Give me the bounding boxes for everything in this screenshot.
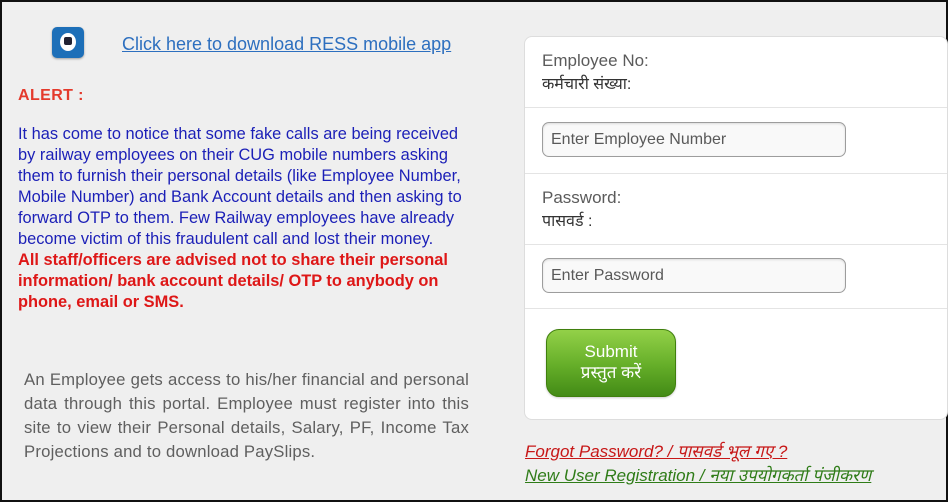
new-user-registration-link[interactable]: New User Registration / नया उपयोगकर्ता प… bbox=[525, 463, 871, 486]
divider bbox=[525, 107, 947, 108]
page-frame: Click here to download RESS mobile app A… bbox=[0, 0, 948, 502]
password-label-english: Password: bbox=[542, 188, 622, 207]
password-label: Password: पासवर्ड : bbox=[542, 186, 621, 233]
fraud-alert-message: It has come to notice that some fake cal… bbox=[18, 124, 473, 313]
portal-description: An Employee gets access to his/her finan… bbox=[24, 370, 469, 461]
password-label-hindi: पासवर्ड : bbox=[542, 213, 593, 230]
alert-title: ALERT : bbox=[18, 87, 84, 104]
submit-button[interactable]: Submit प्रस्तुत करें bbox=[546, 329, 676, 397]
submit-button-label-hindi: प्रस्तुत करें bbox=[580, 363, 642, 382]
alert-message-text: It has come to notice that some fake cal… bbox=[18, 125, 462, 248]
password-input[interactable] bbox=[542, 258, 846, 293]
forgot-password-link[interactable]: Forgot Password? / पासवर्ड भूल गए ? bbox=[525, 439, 787, 462]
railway-app-icon[interactable] bbox=[52, 27, 84, 58]
employee-number-label-hindi: कर्मचारी संख्या: bbox=[542, 76, 632, 93]
employee-number-label-english: Employee No: bbox=[542, 51, 649, 70]
employee-number-input[interactable] bbox=[542, 122, 846, 157]
login-panel: Employee No: कर्मचारी संख्या: Password: … bbox=[524, 36, 948, 420]
divider bbox=[525, 244, 947, 245]
submit-button-label: Submit bbox=[584, 342, 638, 361]
security-warning-text: All staff/officers are advised not to sh… bbox=[18, 251, 448, 311]
download-mobile-app-link[interactable]: Click here to download RESS mobile app bbox=[122, 34, 451, 55]
employee-number-label: Employee No: कर्मचारी संख्या: bbox=[542, 49, 649, 96]
divider bbox=[525, 308, 947, 309]
divider bbox=[525, 173, 947, 174]
train-icon bbox=[64, 37, 72, 45]
